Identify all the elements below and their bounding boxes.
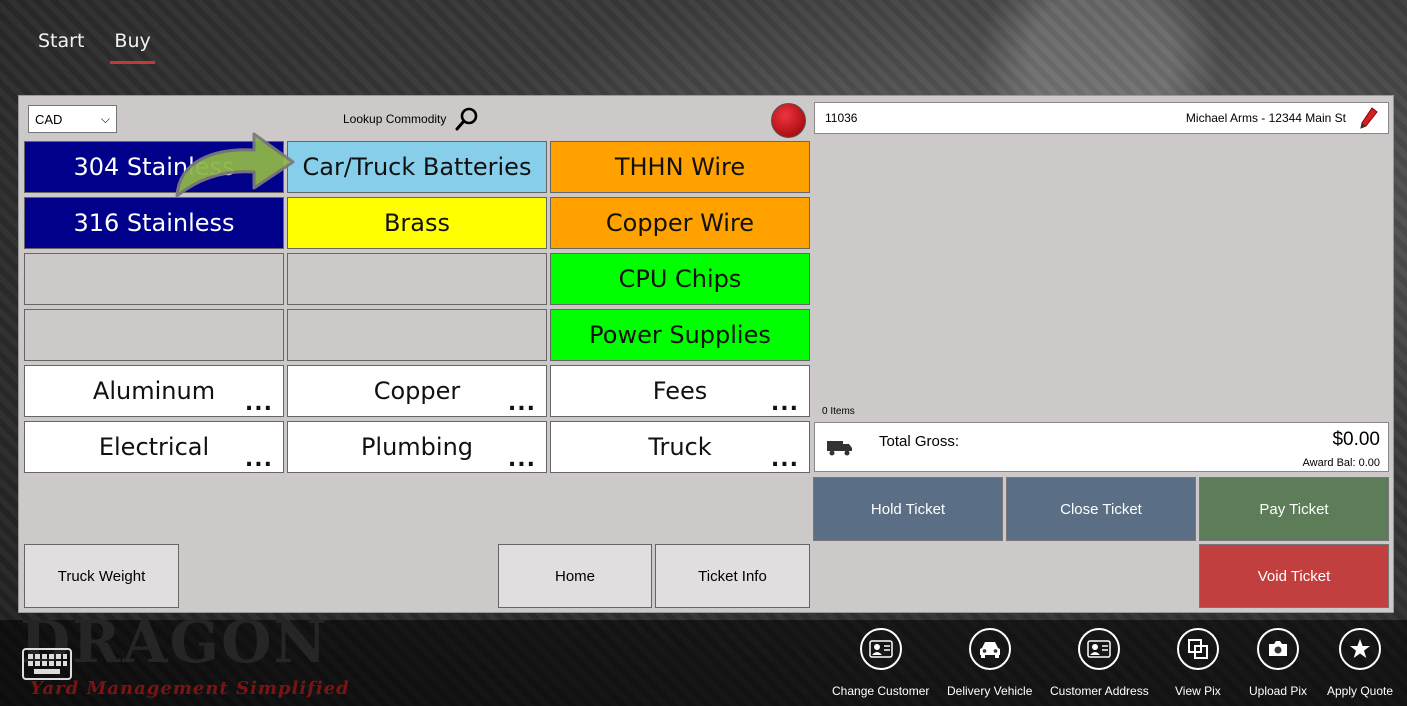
category-label: Fees [652, 377, 708, 405]
commodity-car-truck-batteries[interactable]: Car/Truck Batteries [287, 141, 547, 193]
star-icon [1339, 628, 1382, 670]
category-aluminum[interactable]: Aluminum ... [24, 365, 284, 417]
app-bar-label: Upload Pix [1249, 684, 1308, 698]
currency-select[interactable]: CAD ⌵ [28, 105, 117, 133]
total-gross-label: Total Gross: [879, 433, 960, 450]
pencil-icon[interactable] [1360, 107, 1378, 129]
app-bar-label: Customer Address [1050, 684, 1149, 698]
currency-value: CAD [35, 111, 63, 127]
category-electrical[interactable]: Electrical ... [24, 421, 284, 473]
more-icon: ... [244, 447, 273, 472]
search-icon [455, 107, 478, 131]
copy-icon [1176, 628, 1219, 670]
more-icon: ... [507, 447, 536, 472]
more-icon: ... [770, 391, 799, 416]
customer-bar[interactable]: 11036 Michael Arms - 12344 Main St [814, 102, 1389, 134]
lookup-commodity-label: Lookup Commodity [343, 112, 447, 126]
status-indicator[interactable] [771, 103, 806, 138]
total-gross-amount: $0.00 [1332, 429, 1380, 450]
buy-panel: CAD ⌵ Lookup Commodity 304 Stainless 316… [18, 95, 1394, 613]
top-navigation: Start Buy [38, 30, 156, 64]
chevron-down-icon: ⌵ [100, 111, 110, 126]
commodity-304-stainless[interactable]: 304 Stainless [24, 141, 284, 193]
category-copper[interactable]: Copper ... [287, 365, 547, 417]
camera-icon [1257, 628, 1300, 670]
pay-ticket-button[interactable]: Pay Ticket [1199, 477, 1389, 541]
category-label: Aluminum [92, 377, 216, 405]
commodity-cpu-chips[interactable]: CPU Chips [550, 253, 810, 305]
view-pix-button[interactable]: View Pix [1175, 628, 1221, 698]
customer-id: 11036 [825, 111, 858, 125]
apply-quote-button[interactable]: Apply Quote [1327, 628, 1393, 698]
commodity-copper-wire[interactable]: Copper Wire [550, 197, 810, 249]
category-fees[interactable]: Fees ... [550, 365, 810, 417]
category-label: Truck [648, 433, 712, 461]
commodity-316-stainless[interactable]: 316 Stainless [24, 197, 284, 249]
truck-weight-button[interactable]: Truck Weight [24, 544, 179, 608]
app-bar-label: Apply Quote [1327, 684, 1394, 698]
commodity-empty-slot[interactable] [24, 309, 284, 361]
total-gross-box: Total Gross: $0.00 Award Bal: 0.00 [814, 422, 1389, 472]
customer-address-button[interactable]: Customer Address [1050, 628, 1149, 698]
more-icon: ... [244, 391, 273, 416]
contact-card-icon [859, 628, 902, 670]
more-icon: ... [770, 447, 799, 472]
app-bar-label: Delivery Vehicle [947, 684, 1033, 698]
logo-tagline: Yard Management Simplified [30, 678, 350, 699]
commodity-brass[interactable]: Brass [287, 197, 547, 249]
customer-name-address: Michael Arms - 12344 Main St [1185, 111, 1346, 125]
category-plumbing[interactable]: Plumbing ... [287, 421, 547, 473]
void-ticket-button[interactable]: Void Ticket [1199, 544, 1389, 608]
more-icon: ... [507, 391, 536, 416]
award-balance: Award Bal: 0.00 [1302, 457, 1380, 469]
contact-card-icon [1078, 628, 1121, 670]
commodity-empty-slot[interactable] [287, 253, 547, 305]
home-button[interactable]: Home [498, 544, 652, 608]
category-truck[interactable]: Truck ... [550, 421, 810, 473]
tab-buy[interactable]: Buy [110, 30, 156, 64]
category-label: Plumbing [360, 433, 474, 461]
delivery-vehicle-button[interactable]: Delivery Vehicle [947, 628, 1032, 698]
lookup-commodity[interactable]: Lookup Commodity [343, 106, 480, 132]
tab-start[interactable]: Start [38, 30, 84, 64]
commodity-empty-slot[interactable] [287, 309, 547, 361]
hold-ticket-button[interactable]: Hold Ticket [813, 477, 1003, 541]
app-bar-label: Change Customer [832, 684, 930, 698]
commodity-empty-slot[interactable] [24, 253, 284, 305]
category-label: Electrical [98, 433, 210, 461]
close-ticket-button[interactable]: Close Ticket [1006, 477, 1196, 541]
upload-pix-button[interactable]: Upload Pix [1249, 628, 1307, 698]
commodity-thhn-wire[interactable]: THHN Wire [550, 141, 810, 193]
category-label: Copper [373, 377, 461, 405]
change-customer-button[interactable]: Change Customer [832, 628, 929, 698]
keyboard-icon[interactable] [22, 648, 72, 680]
truck-icon [827, 441, 852, 456]
items-count: 0 Items [822, 406, 855, 417]
app-bar-label: View Pix [1175, 684, 1221, 698]
commodity-power-supplies[interactable]: Power Supplies [550, 309, 810, 361]
ticket-info-button[interactable]: Ticket Info [655, 544, 810, 608]
car-icon [968, 628, 1011, 670]
